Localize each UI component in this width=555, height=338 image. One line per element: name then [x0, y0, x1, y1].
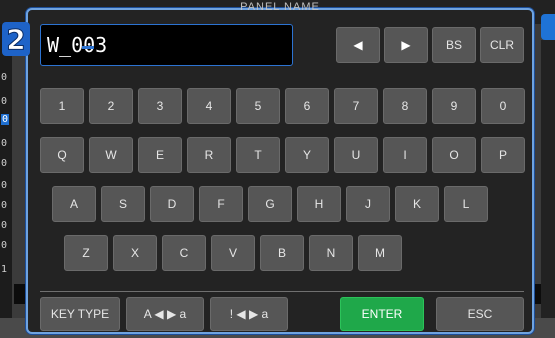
dialog-title: PANEL NAME: [240, 1, 320, 11]
key-i[interactable]: I: [383, 137, 427, 173]
key-5[interactable]: 5: [236, 88, 280, 124]
panel-name-dialog: PANEL NAME W_003 ◀ ▶ BS CLR 1 2 3 4 5 6 …: [26, 1, 534, 334]
side-value: 0: [1, 158, 8, 169]
key-e[interactable]: E: [138, 137, 182, 173]
cursor-left-button[interactable]: ◀: [336, 27, 380, 63]
key-0[interactable]: 0: [481, 88, 525, 124]
key-c[interactable]: C: [162, 235, 206, 271]
key-b[interactable]: B: [260, 235, 304, 271]
key-q[interactable]: Q: [40, 137, 84, 173]
symbol-toggle-button[interactable]: ! ◀ ▶ a: [210, 297, 288, 331]
side-value: 0: [1, 72, 8, 83]
side-value: 0: [1, 96, 8, 107]
side-value: 0: [1, 200, 8, 211]
side-value-selected: 0: [1, 114, 10, 125]
side-value: 0: [1, 138, 8, 149]
key-9[interactable]: 9: [432, 88, 476, 124]
key-n[interactable]: N: [309, 235, 353, 271]
esc-button[interactable]: ESC: [436, 297, 524, 331]
case-toggle-button[interactable]: A ◀ ▶ a: [126, 297, 204, 331]
key-w[interactable]: W: [89, 137, 133, 173]
key-6[interactable]: 6: [285, 88, 329, 124]
key-o[interactable]: O: [432, 137, 476, 173]
key-2[interactable]: 2: [89, 88, 133, 124]
backspace-button[interactable]: BS: [432, 27, 476, 63]
background-right-tab: [541, 14, 555, 40]
key-8[interactable]: 8: [383, 88, 427, 124]
key-v[interactable]: V: [211, 235, 255, 271]
key-j[interactable]: J: [346, 186, 390, 222]
key-1[interactable]: 1: [40, 88, 84, 124]
key-k[interactable]: K: [395, 186, 439, 222]
text-cursor: [82, 46, 94, 49]
key-3[interactable]: 3: [138, 88, 182, 124]
side-value: 0: [1, 220, 8, 231]
key-l[interactable]: L: [444, 186, 488, 222]
key-y[interactable]: Y: [285, 137, 329, 173]
right-arrow-icon: ▶: [401, 38, 411, 52]
background-right-panel: [541, 40, 555, 320]
key-r[interactable]: R: [187, 137, 231, 173]
side-value: 1: [1, 264, 8, 275]
left-arrow-icon: ◀: [353, 38, 363, 52]
key-a[interactable]: A: [52, 186, 96, 222]
key-t[interactable]: T: [236, 137, 280, 173]
background-sidebar: 0 0 0 0 0 0 0 0 0 1: [0, 24, 12, 324]
key-4[interactable]: 4: [187, 88, 231, 124]
key-type-button[interactable]: KEY TYPE: [40, 297, 120, 331]
key-h[interactable]: H: [297, 186, 341, 222]
key-s[interactable]: S: [101, 186, 145, 222]
clear-button[interactable]: CLR: [480, 27, 524, 63]
key-f[interactable]: F: [199, 186, 243, 222]
keyboard-divider: [40, 291, 524, 292]
key-m[interactable]: M: [358, 235, 402, 271]
key-p[interactable]: P: [481, 137, 525, 173]
key-u[interactable]: U: [334, 137, 378, 173]
cursor-right-button[interactable]: ▶: [384, 27, 428, 63]
step-badge: 2: [2, 22, 30, 56]
enter-button[interactable]: ENTER: [340, 297, 424, 331]
key-g[interactable]: G: [248, 186, 292, 222]
key-z[interactable]: Z: [64, 235, 108, 271]
key-7[interactable]: 7: [334, 88, 378, 124]
side-value: 0: [1, 240, 8, 251]
panel-name-input[interactable]: W_003: [40, 24, 293, 66]
side-value: 0: [1, 180, 8, 191]
key-x[interactable]: X: [113, 235, 157, 271]
key-d[interactable]: D: [150, 186, 194, 222]
